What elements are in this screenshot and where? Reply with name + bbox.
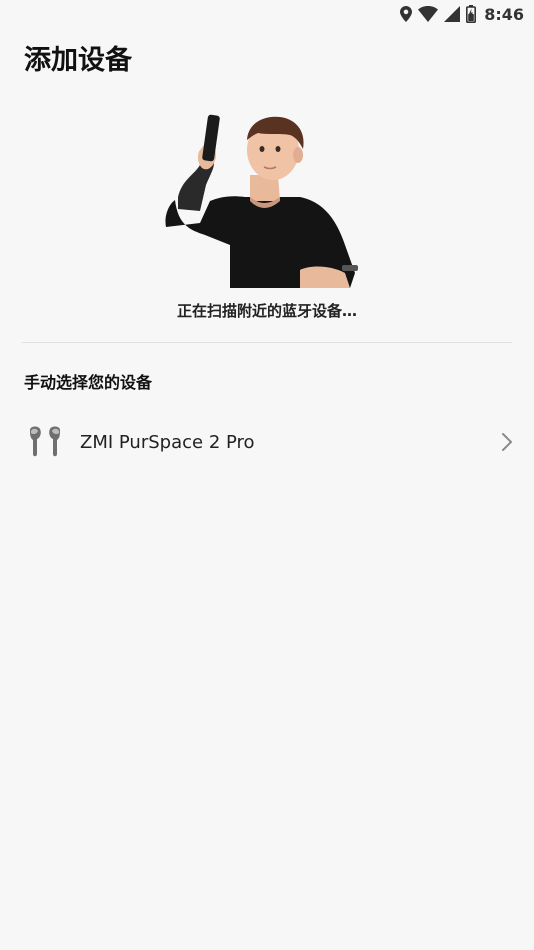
status-time: 8:46 xyxy=(484,4,524,24)
location-icon xyxy=(400,6,413,22)
person-holding-phone-illustration xyxy=(150,105,380,290)
device-name: ZMI PurSpace 2 Pro xyxy=(80,432,255,453)
earbuds-icon xyxy=(24,422,66,464)
section-title-manual: 手动选择您的设备 xyxy=(24,373,153,392)
page-title: 添加设备 xyxy=(24,45,132,76)
device-row-zmi-purspace-2-pro[interactable]: ZMI PurSpace 2 Pro xyxy=(0,412,534,474)
scan-status-text: 正在扫描附近的蓝牙设备… xyxy=(176,302,357,320)
cell-signal-icon xyxy=(444,6,461,22)
wifi-icon xyxy=(418,6,439,22)
status-bar: 8:46 xyxy=(0,0,534,28)
divider xyxy=(22,342,512,343)
battery-icon xyxy=(466,5,477,23)
chevron-right-icon xyxy=(500,432,514,452)
